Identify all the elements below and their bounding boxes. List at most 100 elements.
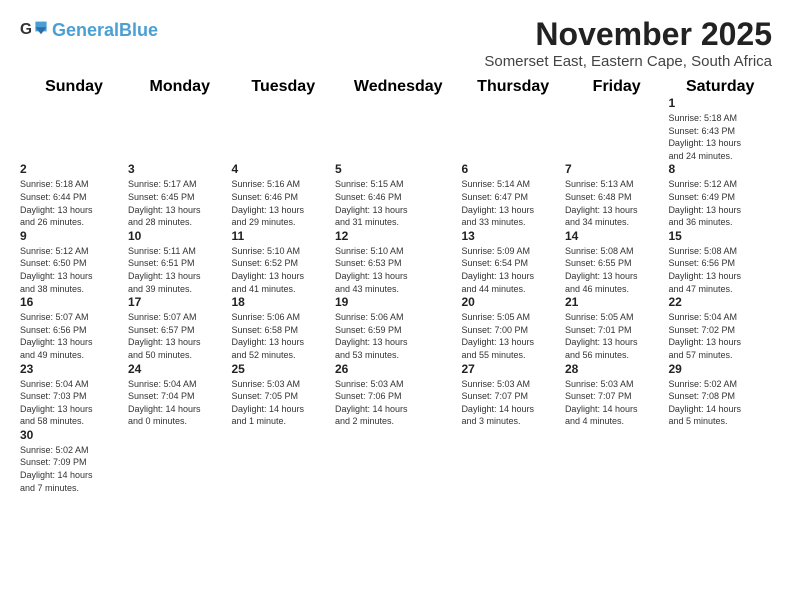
calendar-cell: 30 Sunrise: 5:02 AM Sunset: 7:09 PM Dayli… — [20, 428, 128, 494]
calendar-cell — [668, 428, 772, 494]
calendar-body: 1Sunrise: 5:18 AM Sunset: 6:43 PM Daylig… — [20, 96, 772, 494]
calendar-cell — [461, 96, 565, 162]
day-number: 27 — [461, 362, 565, 376]
logo-blue: Blue — [119, 20, 158, 40]
day-number: 6 — [461, 162, 565, 176]
day-header-friday: Friday — [565, 78, 669, 96]
calendar-cell — [565, 96, 669, 162]
calendar-cell: 4 Sunrise: 5:16 AM Sunset: 6:46 PM Daylig… — [232, 162, 336, 228]
calendar-cell — [461, 428, 565, 494]
day-number: 5 — [335, 162, 461, 176]
day-number: 14 — [565, 229, 669, 243]
calendar-cell: 21Sunrise: 5:05 AM Sunset: 7:01 PM Dayli… — [565, 295, 669, 361]
calendar-table: SundayMondayTuesdayWednesdayThursdayFrid… — [20, 78, 772, 494]
day-headers-row: SundayMondayTuesdayWednesdayThursdayFrid… — [20, 78, 772, 96]
calendar-cell — [335, 96, 461, 162]
calendar-cell: 8Sunrise: 5:12 AM Sunset: 6:49 PM Daylig… — [668, 162, 772, 228]
calendar-week-3: 16Sunrise: 5:07 AM Sunset: 6:56 PM Dayli… — [20, 295, 772, 361]
day-number: 13 — [461, 229, 565, 243]
title-area: November 2025 Somerset East, Eastern Cap… — [484, 16, 772, 70]
calendar-cell: 17 Sunrise: 5:07 AM Sunset: 6:57 PM Dayli… — [128, 295, 232, 361]
day-number: 12 — [335, 229, 461, 243]
day-number: 8 — [668, 162, 772, 176]
calendar-cell: 11Sunrise: 5:10 AM Sunset: 6:52 PM Dayli… — [232, 229, 336, 295]
day-info: Sunrise: 5:03 AM Sunset: 7:07 PM Dayligh… — [565, 378, 669, 428]
calendar-cell: 14Sunrise: 5:08 AM Sunset: 6:55 PM Dayli… — [565, 229, 669, 295]
calendar-cell: 27Sunrise: 5:03 AM Sunset: 7:07 PM Dayli… — [461, 362, 565, 428]
day-info: Sunrise: 5:04 AM Sunset: 7:02 PM Dayligh… — [668, 311, 772, 361]
day-info: Sunrise: 5:06 AM Sunset: 6:58 PM Dayligh… — [232, 311, 336, 361]
calendar-cell: 5 Sunrise: 5:15 AM Sunset: 6:46 PM Daylig… — [335, 162, 461, 228]
calendar-cell: 23 Sunrise: 5:04 AM Sunset: 7:03 PM Dayli… — [20, 362, 128, 428]
calendar-cell — [335, 428, 461, 494]
day-number: 24 — [128, 362, 232, 376]
calendar-week-1: 2 Sunrise: 5:18 AM Sunset: 6:44 PM Daylig… — [20, 162, 772, 228]
day-number: 15 — [668, 229, 772, 243]
calendar-cell: 26Sunrise: 5:03 AM Sunset: 7:06 PM Dayli… — [335, 362, 461, 428]
day-info: Sunrise: 5:12 AM Sunset: 6:50 PM Dayligh… — [20, 245, 128, 295]
day-number: 10 — [128, 229, 232, 243]
day-info: Sunrise: 5:10 AM Sunset: 6:52 PM Dayligh… — [232, 245, 336, 295]
logo: G GeneralBlue — [20, 16, 158, 44]
day-number: 1 — [668, 96, 772, 110]
day-number: 28 — [565, 362, 669, 376]
day-number: 25 — [232, 362, 336, 376]
day-info: Sunrise: 5:02 AM Sunset: 7:09 PM Dayligh… — [20, 444, 128, 494]
calendar-cell: 13 Sunrise: 5:09 AM Sunset: 6:54 PM Dayli… — [461, 229, 565, 295]
calendar-cell — [20, 96, 128, 162]
logo-text: GeneralBlue — [52, 21, 158, 39]
calendar-cell: 6Sunrise: 5:14 AM Sunset: 6:47 PM Daylig… — [461, 162, 565, 228]
calendar-cell: 12 Sunrise: 5:10 AM Sunset: 6:53 PM Dayli… — [335, 229, 461, 295]
page-header: G GeneralBlue November 2025 Somerset Eas… — [0, 0, 792, 78]
day-number: 4 — [232, 162, 336, 176]
calendar-cell: 16Sunrise: 5:07 AM Sunset: 6:56 PM Dayli… — [20, 295, 128, 361]
calendar-cell: 24 Sunrise: 5:04 AM Sunset: 7:04 PM Dayli… — [128, 362, 232, 428]
day-info: Sunrise: 5:18 AM Sunset: 6:44 PM Dayligh… — [20, 178, 128, 228]
day-info: Sunrise: 5:08 AM Sunset: 6:56 PM Dayligh… — [668, 245, 772, 295]
day-info: Sunrise: 5:16 AM Sunset: 6:46 PM Dayligh… — [232, 178, 336, 228]
day-info: Sunrise: 5:15 AM Sunset: 6:46 PM Dayligh… — [335, 178, 461, 228]
day-number: 7 — [565, 162, 669, 176]
day-header-tuesday: Tuesday — [232, 78, 336, 96]
calendar-cell: 22 Sunrise: 5:04 AM Sunset: 7:02 PM Dayli… — [668, 295, 772, 361]
day-number: 2 — [20, 162, 128, 176]
calendar-cell — [128, 428, 232, 494]
calendar-cell — [232, 96, 336, 162]
day-info: Sunrise: 5:10 AM Sunset: 6:53 PM Dayligh… — [335, 245, 461, 295]
day-header-wednesday: Wednesday — [335, 78, 461, 96]
day-number: 20 — [461, 295, 565, 309]
calendar-cell: 10Sunrise: 5:11 AM Sunset: 6:51 PM Dayli… — [128, 229, 232, 295]
day-number: 9 — [20, 229, 128, 243]
calendar-week-4: 23 Sunrise: 5:04 AM Sunset: 7:03 PM Dayli… — [20, 362, 772, 428]
day-header-sunday: Sunday — [20, 78, 128, 96]
calendar-cell: 7 Sunrise: 5:13 AM Sunset: 6:48 PM Daylig… — [565, 162, 669, 228]
svg-text:G: G — [20, 21, 32, 38]
day-number: 3 — [128, 162, 232, 176]
calendar-cell — [128, 96, 232, 162]
day-header-monday: Monday — [128, 78, 232, 96]
calendar-header: SundayMondayTuesdayWednesdayThursdayFrid… — [20, 78, 772, 96]
calendar-cell: 2 Sunrise: 5:18 AM Sunset: 6:44 PM Daylig… — [20, 162, 128, 228]
day-number: 16 — [20, 295, 128, 309]
calendar-cell — [565, 428, 669, 494]
day-info: Sunrise: 5:07 AM Sunset: 6:57 PM Dayligh… — [128, 311, 232, 361]
day-number: 30 — [20, 428, 128, 442]
day-info: Sunrise: 5:04 AM Sunset: 7:04 PM Dayligh… — [128, 378, 232, 428]
calendar-cell: 18Sunrise: 5:06 AM Sunset: 6:58 PM Dayli… — [232, 295, 336, 361]
day-info: Sunrise: 5:09 AM Sunset: 6:54 PM Dayligh… — [461, 245, 565, 295]
calendar-cell: 3Sunrise: 5:17 AM Sunset: 6:45 PM Daylig… — [128, 162, 232, 228]
calendar-cell: 25 Sunrise: 5:03 AM Sunset: 7:05 PM Dayli… — [232, 362, 336, 428]
day-info: Sunrise: 5:03 AM Sunset: 7:05 PM Dayligh… — [232, 378, 336, 428]
day-info: Sunrise: 5:05 AM Sunset: 7:00 PM Dayligh… — [461, 311, 565, 361]
location-subtitle: Somerset East, Eastern Cape, South Afric… — [484, 53, 772, 70]
day-number: 21 — [565, 295, 669, 309]
calendar-cell — [232, 428, 336, 494]
calendar-week-0: 1Sunrise: 5:18 AM Sunset: 6:43 PM Daylig… — [20, 96, 772, 162]
day-number: 23 — [20, 362, 128, 376]
day-number: 22 — [668, 295, 772, 309]
calendar-cell: 29Sunrise: 5:02 AM Sunset: 7:08 PM Dayli… — [668, 362, 772, 428]
day-info: Sunrise: 5:04 AM Sunset: 7:03 PM Dayligh… — [20, 378, 128, 428]
day-info: Sunrise: 5:13 AM Sunset: 6:48 PM Dayligh… — [565, 178, 669, 228]
day-number: 19 — [335, 295, 461, 309]
day-number: 17 — [128, 295, 232, 309]
